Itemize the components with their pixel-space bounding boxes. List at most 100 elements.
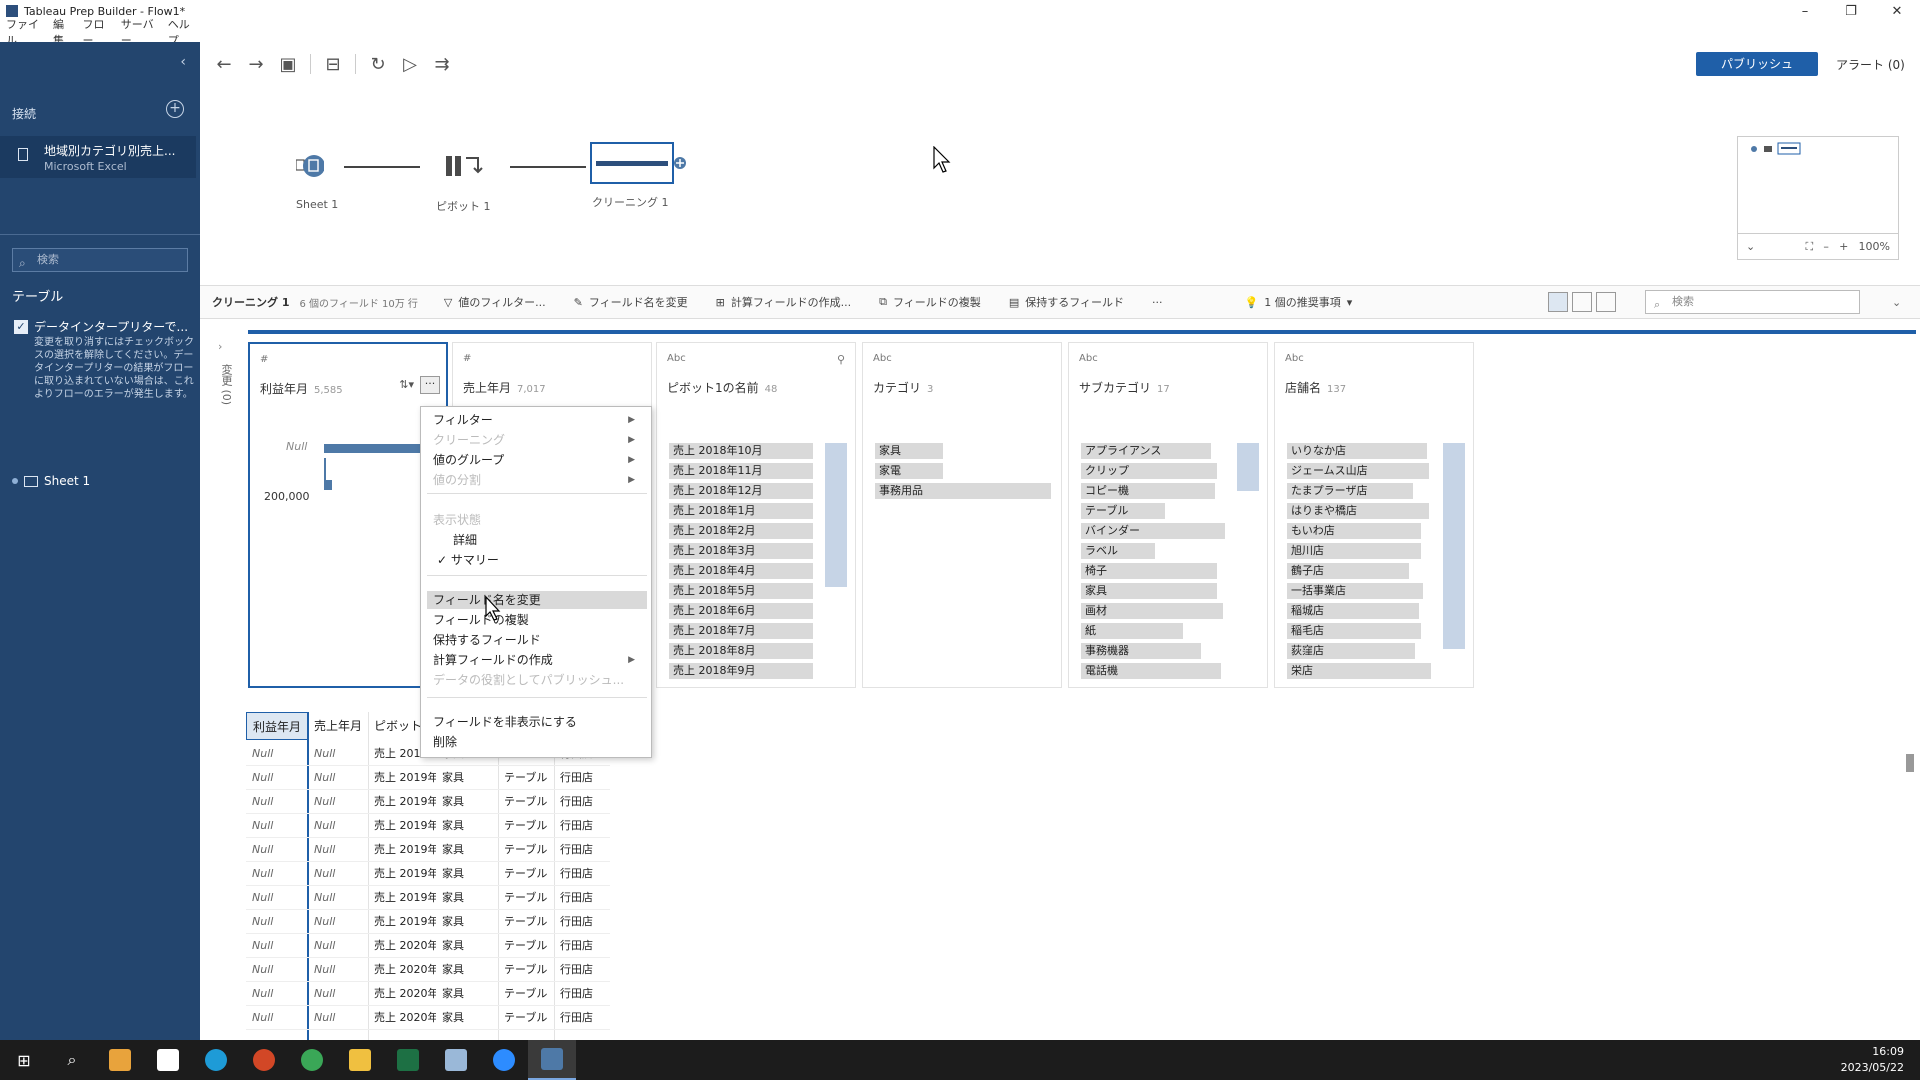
system-clock[interactable]: 16:09 2023/05/22 — [1841, 1044, 1904, 1076]
restore-icon[interactable]: ❐ — [1828, 0, 1874, 22]
list-item[interactable]: 電話機 — [1081, 663, 1221, 679]
list-item[interactable]: 稲毛店 — [1287, 623, 1421, 639]
list-item[interactable]: 事務用品 — [875, 483, 1051, 499]
changes-side-tab[interactable]: 変更 (0) — [210, 364, 234, 405]
histogram-bar[interactable] — [324, 444, 422, 453]
table-cell[interactable]: Null — [246, 838, 308, 862]
recommendations-button[interactable]: 💡 1 個の推奨事項 ▾ — [1231, 294, 1367, 310]
table-cell[interactable]: Null — [246, 790, 308, 814]
connection-item[interactable]: 地域別カテゴリ別売上... Microsoft Excel — [0, 136, 196, 178]
table-cell[interactable]: 家具 — [436, 886, 498, 910]
profile-card-category[interactable]: Abc カテゴリ 3 家具 家電 事務用品 — [862, 342, 1062, 688]
list-item[interactable]: はりまや橋店 — [1287, 503, 1429, 519]
table-cell[interactable]: 売上 2019年3 — [368, 766, 436, 790]
table-cell[interactable]: 家具 — [436, 766, 498, 790]
list-item[interactable]: 荻窪店 — [1287, 643, 1415, 659]
table-cell[interactable]: Null — [246, 766, 308, 790]
table-cell[interactable]: 売上 2020年1 — [368, 982, 436, 1006]
list-item[interactable]: バインダー — [1081, 523, 1225, 539]
more-options-icon[interactable]: ··· — [420, 376, 440, 394]
data-grid-view-icon[interactable] — [1596, 292, 1616, 312]
flow-minimap[interactable] — [1737, 136, 1899, 234]
sidebar-item-sheet1[interactable]: Sheet 1 — [12, 474, 90, 488]
value-range-scrollbar[interactable] — [825, 443, 847, 587]
table-cell[interactable]: 行田店 — [554, 982, 610, 1006]
chevron-right-icon[interactable]: › — [218, 340, 222, 353]
list-item[interactable]: コピー機 — [1081, 483, 1215, 499]
grid-header-profit-month[interactable]: 利益年月 — [246, 712, 308, 740]
pivot-step[interactable]: ピボット 1 — [436, 152, 491, 213]
table-cell[interactable]: 売上 2020年1 — [368, 958, 436, 982]
table-cell[interactable]: 家具 — [436, 814, 498, 838]
profile-card-profit-month[interactable]: # 利益年月 5,585 ⇅▾ ··· Null 200,000 — [248, 342, 448, 688]
list-item[interactable]: 売上 2018年11月 — [669, 463, 813, 479]
value-range-scrollbar[interactable] — [1443, 443, 1465, 649]
tableau-prep-taskbar-icon[interactable] — [528, 1040, 576, 1080]
list-item[interactable]: ラベル — [1081, 543, 1155, 559]
zoom-out-icon[interactable]: – — [1823, 240, 1829, 253]
table-cell[interactable]: Null — [308, 910, 368, 934]
table-cell[interactable]: Null — [308, 1006, 368, 1030]
table-cell[interactable]: Null — [308, 862, 368, 886]
table-cell[interactable]: 行田店 — [554, 934, 610, 958]
lock-icon[interactable]: ⊟ — [317, 54, 349, 75]
zoom-app-icon[interactable] — [480, 1040, 528, 1080]
keep-fields-button[interactable]: ▤ 保持するフィールド — [995, 294, 1138, 310]
list-item[interactable]: 事務機器 — [1081, 643, 1201, 659]
list-item[interactable]: 家電 — [875, 463, 943, 479]
back-arrow-icon[interactable]: ← — [208, 54, 240, 75]
publish-button[interactable]: パブリッシュ — [1696, 52, 1818, 76]
profile-view-icon[interactable] — [1548, 292, 1568, 312]
table-cell[interactable]: テーブル — [498, 910, 554, 934]
table-cell[interactable]: Null — [246, 1006, 308, 1030]
list-item[interactable]: ジェームス山店 — [1287, 463, 1429, 479]
duplicate-field-button[interactable]: ⧉ フィールドの複製 — [865, 294, 995, 310]
table-cell[interactable]: 売上 2019年9 — [368, 910, 436, 934]
list-view-icon[interactable] — [1572, 292, 1592, 312]
table-cell[interactable]: Null — [246, 934, 308, 958]
add-connection-icon[interactable]: + — [166, 100, 184, 118]
table-cell[interactable]: Null — [246, 862, 308, 886]
table-cell[interactable]: Null — [308, 766, 368, 790]
chevron-down-icon[interactable]: ⌄ — [1746, 240, 1755, 253]
table-cell[interactable]: 家具 — [436, 934, 498, 958]
list-item[interactable]: 売上 2018年2月 — [669, 523, 813, 539]
table-cell[interactable]: 行田店 — [554, 886, 610, 910]
cleaning-step[interactable]: クリーニング 1 — [590, 142, 686, 209]
table-cell[interactable]: 行田店 — [554, 790, 610, 814]
list-item[interactable]: 売上 2018年6月 — [669, 603, 813, 619]
table-cell[interactable]: Null — [246, 910, 308, 934]
table-cell[interactable]: テーブル — [498, 766, 554, 790]
value-filter-button[interactable]: ▽ 値のフィルター... — [430, 294, 560, 310]
table-cell[interactable]: 売上 2019年4 — [368, 790, 436, 814]
profile-card-pivot-name[interactable]: Abc ピボット1の名前 48 ⚲ 売上 2018年10月 売上 2018年11月… — [656, 342, 856, 688]
more-options-button[interactable]: ··· — [1138, 296, 1177, 309]
menu-item-filter[interactable]: フィルター ▶ — [433, 411, 641, 429]
list-item[interactable]: 家具 — [1081, 583, 1217, 599]
windows-start-icon[interactable]: ⊞ — [0, 1040, 48, 1080]
table-cell[interactable]: 家具 — [436, 958, 498, 982]
input-step[interactable]: Sheet 1 — [295, 152, 338, 211]
grid-header-sales-month[interactable]: 売上年月 — [308, 712, 368, 740]
table-cell[interactable]: テーブル — [498, 886, 554, 910]
table-cell[interactable]: テーブル — [498, 958, 554, 982]
save-icon[interactable]: ▣ — [272, 54, 304, 75]
file-explorer-icon[interactable] — [336, 1040, 384, 1080]
alerts-button[interactable]: アラート (0) — [1836, 56, 1905, 73]
zoom-in-icon[interactable]: + — [1839, 240, 1848, 253]
table-cell[interactable]: 行田店 — [554, 862, 610, 886]
chrome-browser-icon[interactable] — [288, 1040, 336, 1080]
histogram-bar[interactable] — [324, 458, 326, 480]
value-range-scrollbar[interactable] — [1237, 443, 1259, 491]
profile-card-store[interactable]: Abc 店舗名 137 いりなか店 ジェームス山店 たまプラーザ店 はりまや橋店 … — [1274, 342, 1474, 688]
run-options-icon[interactable]: ⇉ — [426, 54, 458, 75]
list-item[interactable]: 紙 — [1081, 623, 1183, 639]
table-cell[interactable]: 売上 2020年1 — [368, 934, 436, 958]
table-cell[interactable]: Null — [246, 814, 308, 838]
table-cell[interactable]: 家具 — [436, 910, 498, 934]
table-cell[interactable]: Null — [308, 742, 368, 766]
list-item[interactable]: たまプラーザ店 — [1287, 483, 1413, 499]
table-cell[interactable]: Null — [246, 958, 308, 982]
list-item[interactable]: テーブル — [1081, 503, 1165, 519]
table-cell[interactable]: テーブル — [498, 862, 554, 886]
